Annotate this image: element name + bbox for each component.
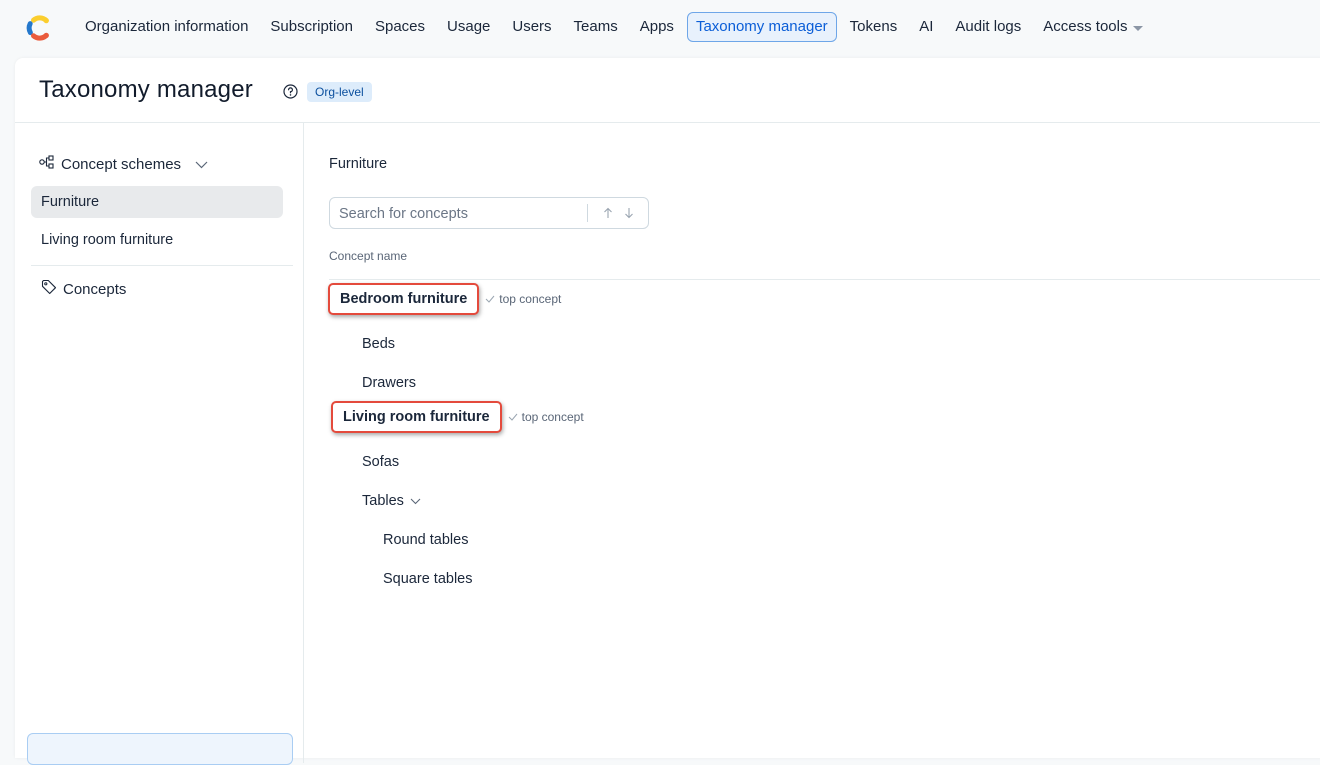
caret-down-icon: [1133, 25, 1144, 31]
concepts-label: Concepts: [63, 280, 127, 298]
concept-label: Square tables: [383, 571, 473, 587]
nav-audit-logs[interactable]: Audit logs: [946, 12, 1030, 42]
concept-row-sofas[interactable]: Sofas: [362, 454, 399, 470]
check-icon: [508, 413, 517, 421]
concept-schemes-toggle[interactable]: Concept schemes: [39, 155, 208, 173]
concept-row-round-tables[interactable]: Round tables: [383, 532, 468, 548]
nav-ai[interactable]: AI: [910, 12, 942, 42]
check-icon: [485, 295, 495, 303]
nav-access-tools[interactable]: Access tools: [1034, 12, 1152, 42]
sidebar-item-living-room-furniture[interactable]: Living room furniture: [31, 224, 283, 256]
chevron-down-icon: [195, 156, 208, 173]
concept-row-tables[interactable]: Tables: [362, 493, 421, 509]
sidebar-item-concepts[interactable]: Concepts: [41, 279, 126, 299]
sidebar-item-furniture[interactable]: Furniture: [31, 186, 283, 218]
tag-icon: [41, 279, 57, 299]
top-concept-tag: top concept: [508, 410, 584, 424]
nav-organization-information[interactable]: Organization information: [76, 12, 257, 42]
concept-row-bedroom-furniture[interactable]: Bedroom furniture top concept: [328, 283, 561, 315]
org-level-badge: Org-level: [307, 82, 372, 102]
sidebar-bottom-panel[interactable]: [27, 733, 293, 765]
search-input[interactable]: [330, 198, 596, 230]
concept-label: Living room furniture: [331, 401, 502, 433]
nav-taxonomy-manager[interactable]: Taxonomy manager: [686, 12, 837, 42]
nav-usage[interactable]: Usage: [438, 12, 499, 42]
nav-spaces[interactable]: Spaces: [366, 12, 434, 42]
nav-tokens[interactable]: Tokens: [841, 12, 907, 42]
concepts-panel: Furniture Concept name Bedroom furniture…: [304, 123, 1320, 763]
nav-apps[interactable]: Apps: [631, 12, 683, 42]
nav-subscription[interactable]: Subscription: [261, 12, 362, 42]
page-header: Taxonomy manager Org-level: [15, 58, 1320, 123]
hierarchy-icon: [39, 155, 55, 173]
concept-row-drawers[interactable]: Drawers: [362, 375, 416, 391]
concept-row-square-tables[interactable]: Square tables: [383, 571, 472, 587]
concept-label: Bedroom furniture: [328, 283, 480, 315]
top-concept-tag: top concept: [485, 292, 561, 306]
sidebar-divider: [31, 265, 293, 266]
column-header-concept-name: Concept name: [329, 249, 408, 263]
concept-label: Drawers: [362, 375, 416, 391]
arrow-up-icon[interactable]: [600, 204, 616, 222]
concept-label: Sofas: [362, 454, 400, 470]
concept-search-box: [329, 197, 649, 230]
main-card: Taxonomy manager Org-level Concept schem…: [15, 58, 1320, 765]
concept-schemes-label: Concept schemes: [61, 155, 182, 173]
search-separator: [587, 204, 588, 222]
chevron-down-icon[interactable]: [410, 493, 421, 509]
concept-label: Beds: [362, 336, 396, 352]
concept-row-living-room-furniture[interactable]: Living room furniture top concept: [331, 401, 584, 433]
concept-row-beds[interactable]: Beds: [362, 336, 395, 352]
nav-users[interactable]: Users: [503, 12, 560, 42]
scheme-title: Furniture: [329, 156, 388, 172]
arrow-down-icon[interactable]: [621, 204, 637, 222]
concept-label: Tables: [362, 493, 404, 509]
sidebar: Concept schemes Furniture Living room fu…: [15, 123, 304, 765]
nav-teams[interactable]: Teams: [565, 12, 627, 42]
help-icon[interactable]: [283, 84, 298, 99]
concept-label: Round tables: [383, 532, 469, 548]
top-navigation: Organization information Subscription Sp…: [0, 0, 1320, 56]
contentful-logo-icon[interactable]: [24, 14, 52, 42]
column-divider: [329, 279, 1320, 280]
page-title: Taxonomy manager: [39, 76, 253, 103]
